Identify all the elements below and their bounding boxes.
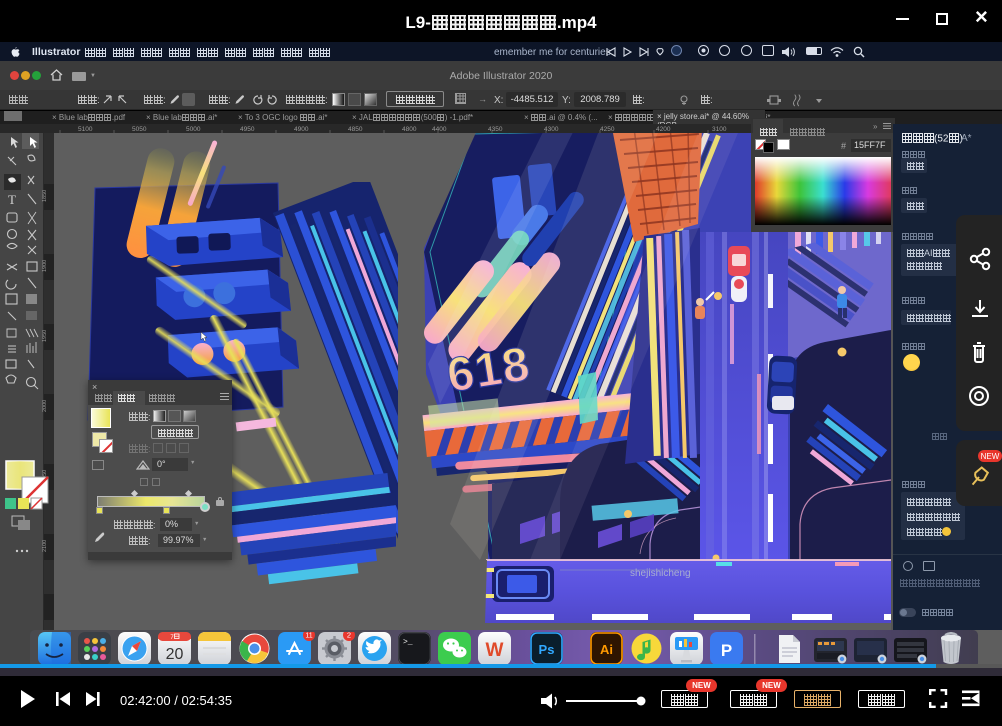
svg-text:4950: 4950 bbox=[240, 126, 255, 133]
svg-text:11: 11 bbox=[305, 633, 312, 640]
svg-text:4900: 4900 bbox=[294, 126, 309, 133]
svg-text:2100: 2100 bbox=[42, 540, 48, 552]
svg-text:3100: 3100 bbox=[712, 126, 727, 133]
svg-text:20: 20 bbox=[166, 646, 184, 663]
svg-text:4850: 4850 bbox=[348, 126, 363, 133]
svg-text:T: T bbox=[8, 192, 16, 207]
svg-text:1900: 1900 bbox=[42, 260, 48, 272]
svg-text:5100: 5100 bbox=[78, 126, 93, 133]
svg-text:W: W bbox=[486, 640, 504, 661]
svg-text:4200: 4200 bbox=[656, 126, 671, 133]
svg-text:4400: 4400 bbox=[432, 126, 447, 133]
svg-text:NEW: NEW bbox=[981, 452, 1000, 461]
svg-text:P: P bbox=[721, 641, 732, 660]
svg-text:4800: 4800 bbox=[402, 126, 417, 133]
svg-text:2000: 2000 bbox=[42, 400, 48, 412]
svg-text:4250: 4250 bbox=[600, 126, 615, 133]
svg-text:1950: 1950 bbox=[42, 330, 48, 342]
svg-text:Ps: Ps bbox=[539, 642, 555, 657]
svg-text:4350: 4350 bbox=[488, 126, 503, 133]
svg-text:5000: 5000 bbox=[186, 126, 201, 133]
svg-text:>_: >_ bbox=[403, 638, 413, 647]
svg-text:1850: 1850 bbox=[42, 190, 48, 202]
svg-text:2: 2 bbox=[347, 632, 351, 640]
svg-text:Ai: Ai bbox=[600, 642, 613, 657]
svg-text:5050: 5050 bbox=[132, 126, 147, 133]
